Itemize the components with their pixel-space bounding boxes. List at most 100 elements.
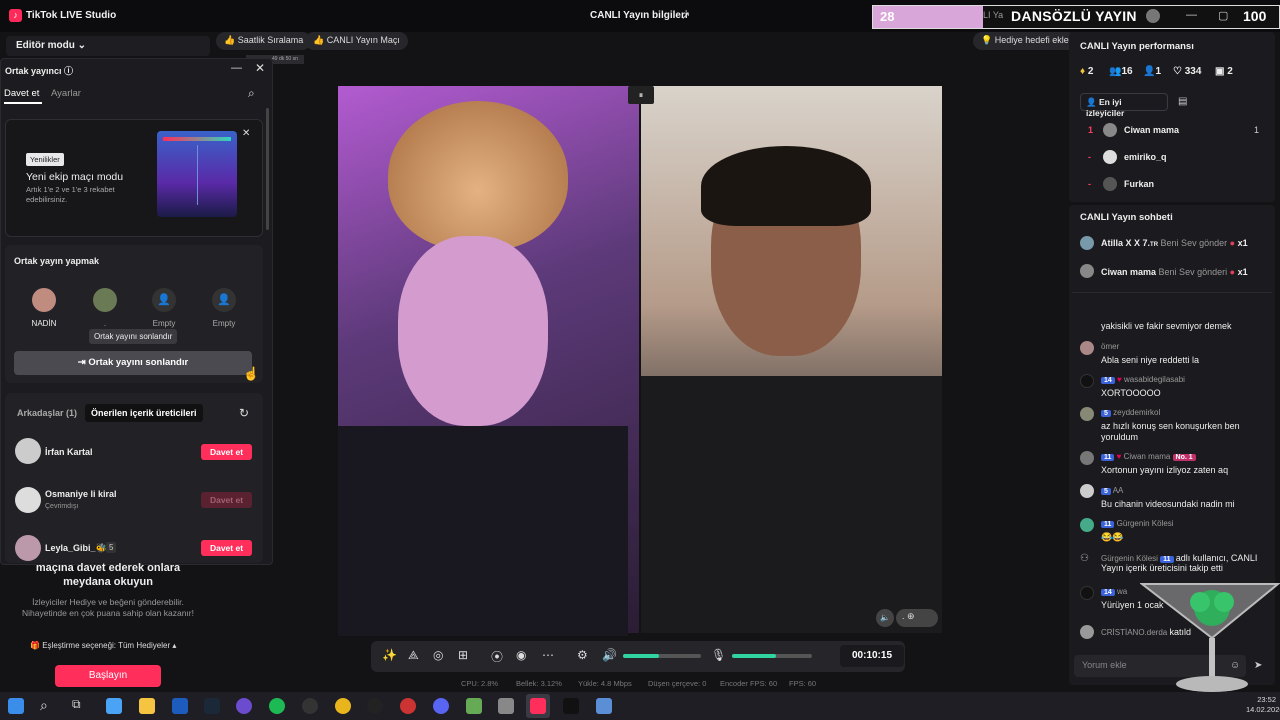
steam-icon[interactable] bbox=[204, 698, 220, 714]
close-icon[interactable]: ✕ bbox=[255, 61, 265, 75]
chat-username[interactable]: zeyddemirkol bbox=[1113, 408, 1160, 417]
app-icon[interactable] bbox=[236, 698, 252, 714]
app-icon[interactable] bbox=[302, 698, 318, 714]
speaker-icon[interactable]: 🔊 bbox=[602, 648, 617, 662]
more-icon[interactable]: ⋯ bbox=[542, 648, 554, 662]
app-icon[interactable] bbox=[498, 698, 514, 714]
tiktok-icon[interactable] bbox=[563, 698, 579, 714]
tab-settings[interactable]: Ayarlar bbox=[51, 88, 81, 99]
tab-invite[interactable]: Davet et bbox=[4, 88, 39, 99]
task-view-icon[interactable]: ⧉ bbox=[72, 697, 81, 712]
settings-sliders-icon[interactable]: ⚙ bbox=[577, 648, 588, 662]
follow-notice: Gürgenin Kölesi 11 adlı kullanıcı, CANLI… bbox=[1101, 553, 1266, 573]
users-icon: 👥 bbox=[1109, 66, 1122, 77]
live-match-label: CANLI Yayın Maçı bbox=[326, 35, 400, 45]
avatar bbox=[1080, 264, 1094, 278]
camera-icon[interactable]: ◉ bbox=[516, 648, 526, 662]
start-icon[interactable] bbox=[8, 698, 24, 714]
search-taskbar-icon[interactable]: ⌕ bbox=[40, 697, 48, 714]
live-match-pill[interactable]: 👍 CANLI Yayın Maçı bbox=[305, 32, 408, 50]
cohost-panel-title: Ortak yayıncı ⓘ bbox=[5, 64, 73, 77]
tooltip: Ortak yayını sonlandır bbox=[89, 329, 178, 344]
effects-icon[interactable]: ⟁ bbox=[408, 648, 419, 663]
start-button[interactable]: Başlayın bbox=[55, 665, 161, 687]
promo-illustration bbox=[157, 131, 237, 217]
viewers-count: 16 bbox=[1121, 66, 1133, 77]
cohost-slot-label: Empty bbox=[152, 319, 176, 328]
chat-username[interactable]: ömer bbox=[1101, 342, 1119, 351]
system-clock[interactable]: 23:52 14.02.2026 bbox=[1246, 695, 1280, 715]
viewer-name[interactable]: emiriko_q bbox=[1124, 152, 1167, 162]
file-explorer-icon[interactable] bbox=[139, 698, 155, 714]
share-icon[interactable]: ↗ bbox=[681, 9, 690, 22]
gift-goal-pill[interactable]: 💡 Hediye hedefi ekle bbox=[973, 32, 1077, 50]
refresh-icon[interactable]: ↻ bbox=[239, 406, 249, 420]
empty-slot-user-icon[interactable]: 👤 bbox=[212, 288, 236, 312]
chat-user-line: 14 ♥ wasabidegilasabi bbox=[1101, 375, 1185, 384]
volume-icon[interactable]: 🔈 bbox=[876, 609, 894, 627]
match-option[interactable]: 🎁 Eşleştirme seçeneği: Tüm Hediyeler ▴ bbox=[30, 641, 176, 650]
tab-suggested-creators[interactable]: Önerilen içerik üreticileri bbox=[85, 404, 203, 422]
minimize-icon[interactable]: — bbox=[1186, 9, 1197, 21]
tiktok-live-studio-icon[interactable] bbox=[530, 698, 546, 714]
record-icon[interactable]: ⦿ bbox=[491, 648, 503, 665]
tab-friends[interactable]: Arkadaşlar (1) bbox=[17, 408, 77, 418]
tab-underline bbox=[4, 102, 42, 104]
invite-button[interactable]: Davet et bbox=[201, 540, 252, 556]
help-icon[interactable]: ⓘ bbox=[64, 66, 73, 76]
app-icon[interactable] bbox=[596, 698, 612, 714]
cohost-avatar-nadin[interactable] bbox=[32, 288, 56, 312]
cohost-avatar-2[interactable] bbox=[93, 288, 117, 312]
filter-icon[interactable]: ◎ bbox=[433, 648, 443, 662]
chat-username[interactable]: Gürgenin Kölesi bbox=[1101, 554, 1158, 563]
chat-message: Xortonun yayını izliyoz zaten aq bbox=[1101, 465, 1229, 475]
match-invite-heading: maçına davet ederek onlara meydana okuyu… bbox=[35, 562, 181, 588]
list-icon[interactable]: ▤ bbox=[1178, 96, 1187, 107]
copilot-icon[interactable] bbox=[106, 698, 122, 714]
chat-username[interactable]: AA bbox=[1113, 486, 1124, 495]
heart-badge-icon: ♥ bbox=[1116, 452, 1122, 461]
user-icon: 👤 bbox=[1086, 97, 1097, 107]
end-cohost-label: Ortak yayını sonlandır bbox=[88, 357, 189, 368]
add-scene-icon[interactable]: ⊞ bbox=[458, 648, 468, 662]
minecraft-icon[interactable] bbox=[466, 698, 482, 714]
chat-username[interactable]: wasabidegilasabi bbox=[1124, 375, 1185, 384]
end-cohost-button[interactable]: ⇥ Ortak yayını sonlandır bbox=[14, 351, 252, 375]
invite-button[interactable]: Davet et bbox=[201, 444, 252, 460]
microphone-icon[interactable]: 🎙 bbox=[711, 648, 726, 662]
discord-icon[interactable] bbox=[433, 698, 449, 714]
chat-username[interactable]: Gürgenin Kölesi bbox=[1117, 519, 1174, 528]
chrome-icon[interactable] bbox=[335, 698, 351, 714]
close-promo-icon[interactable]: ✕ bbox=[242, 128, 250, 139]
obs-icon[interactable] bbox=[367, 698, 383, 714]
likes-count: 334 bbox=[1184, 66, 1202, 77]
magic-wand-icon[interactable]: ✨ bbox=[382, 648, 397, 662]
editor-mode-dropdown[interactable]: Editör modu ⌄ bbox=[6, 36, 210, 56]
invite-button-disabled[interactable]: Davet et bbox=[201, 492, 252, 508]
search-icon[interactable]: ⌕ bbox=[248, 86, 255, 101]
video-zoom-control[interactable]: . ⊕ bbox=[896, 609, 938, 627]
store-icon[interactable] bbox=[172, 698, 188, 714]
maximize-icon[interactable]: ▢ bbox=[1218, 9, 1228, 22]
viewer-name[interactable]: Furkan bbox=[1124, 179, 1154, 189]
minimize-panel-icon[interactable]: — bbox=[231, 62, 242, 74]
top-viewers-button[interactable]: 👤 En iyi izleyiciler bbox=[1080, 93, 1168, 118]
martini-glass-overlay bbox=[1140, 583, 1280, 692]
avatar bbox=[1080, 451, 1094, 465]
empty-slot-user-icon[interactable]: 👤 bbox=[152, 288, 176, 312]
viewer-rank: - bbox=[1088, 152, 1091, 162]
rose-gift-icon: ● bbox=[1229, 238, 1236, 248]
chat-username[interactable]: wa bbox=[1117, 587, 1127, 596]
rank-badge: No. 1 bbox=[1172, 454, 1196, 461]
hourly-ranking-pill[interactable]: 👍 Saatlik Sıralama bbox=[216, 32, 312, 50]
scrollbar[interactable] bbox=[266, 108, 269, 230]
app-icon[interactable] bbox=[400, 698, 416, 714]
chat-username[interactable]: Ciwan mama bbox=[1124, 452, 1171, 461]
overlay-left-number: 28 bbox=[880, 9, 895, 24]
cohost-section-title: Ortak yayın yapmak bbox=[14, 256, 100, 266]
gift-box-icon: ▣ bbox=[1215, 66, 1225, 77]
live-info-title[interactable]: CANLI Yayın bilgileri bbox=[590, 10, 688, 21]
layout-toggle-icon[interactable]: ⏸ bbox=[628, 86, 654, 104]
spotify-icon[interactable] bbox=[269, 698, 285, 714]
viewer-name[interactable]: Ciwan mama bbox=[1124, 125, 1179, 135]
